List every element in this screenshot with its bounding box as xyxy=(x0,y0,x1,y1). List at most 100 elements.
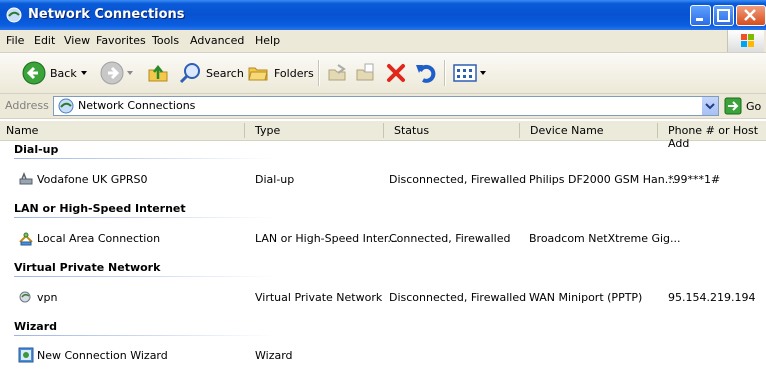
column-status[interactable]: Status xyxy=(394,124,429,137)
item-device: WAN Miniport (PPTP) xyxy=(529,291,643,304)
back-arrow-icon xyxy=(22,61,46,85)
dialup-modem-icon xyxy=(19,171,33,185)
wizard-icon xyxy=(18,347,34,363)
item-type: Dial-up xyxy=(255,173,295,186)
up-folder-icon xyxy=(148,64,168,82)
menu-bar: File Edit View Favorites Tools Advanced … xyxy=(0,30,766,53)
item-name: vpn xyxy=(37,291,58,304)
toolbar-separator xyxy=(444,60,446,86)
column-header: Name Type Status Device Name Phone # or … xyxy=(0,121,766,150)
back-label: Back xyxy=(50,66,77,80)
views-icon xyxy=(453,64,477,82)
close-icon xyxy=(744,9,756,21)
menu-file[interactable]: File xyxy=(6,34,24,47)
item-name: New Connection Wizard xyxy=(37,349,168,362)
column-divider[interactable] xyxy=(657,123,658,138)
go-arrow-icon xyxy=(724,97,742,115)
network-connections-icon xyxy=(58,98,74,114)
item-name: Vodafone UK GPRS0 xyxy=(37,173,148,186)
group-title-dial-up: Dial-up xyxy=(14,143,59,156)
go-button[interactable]: Go xyxy=(724,97,761,115)
item-type: Wizard xyxy=(255,349,293,362)
up-folder-button[interactable] xyxy=(146,59,170,87)
item-phone: *99***1# xyxy=(668,173,721,186)
toolbar: Back Search Folders xyxy=(0,53,766,94)
back-button[interactable]: Back xyxy=(22,59,91,87)
column-type[interactable]: Type xyxy=(255,124,280,137)
group-divider xyxy=(14,217,274,218)
menu-tools[interactable]: Tools xyxy=(152,34,179,47)
item-device: Broadcom NetXtreme Gig... xyxy=(529,232,681,245)
maximize-button[interactable] xyxy=(713,5,734,26)
folders-label: Folders xyxy=(274,66,314,80)
item-name: Local Area Connection xyxy=(37,232,161,245)
search-icon xyxy=(179,63,200,84)
list-item[interactable]: Vodafone UK GPRS0 Dial-up Disconnected, … xyxy=(0,171,766,189)
windows-logo xyxy=(727,30,764,52)
menu-advanced[interactable]: Advanced xyxy=(190,34,244,47)
item-status: Disconnected, Firewalled xyxy=(389,291,527,304)
column-divider[interactable] xyxy=(383,123,384,138)
copy-to-button[interactable] xyxy=(354,59,378,87)
lan-connection-icon xyxy=(19,232,33,246)
undo-button[interactable] xyxy=(414,59,438,87)
network-connections-icon xyxy=(6,7,22,23)
menu-view[interactable]: View xyxy=(64,34,90,47)
maximize-icon xyxy=(717,9,730,22)
address-dropdown-button[interactable] xyxy=(701,97,718,115)
address-label: Address xyxy=(5,99,49,112)
delete-button[interactable] xyxy=(384,59,408,87)
delete-icon xyxy=(387,64,405,82)
item-device: Philips DF2000 GSM Han... xyxy=(529,173,676,186)
search-label: Search xyxy=(206,66,244,80)
forward-arrow-icon xyxy=(100,61,124,85)
group-divider xyxy=(14,276,274,277)
minimize-icon xyxy=(696,18,703,21)
item-type: Virtual Private Network xyxy=(255,291,383,304)
column-phone[interactable]: Phone # or Host Add xyxy=(668,124,766,150)
undo-icon xyxy=(416,64,436,83)
group-divider xyxy=(14,335,274,336)
folders-icon xyxy=(248,67,268,81)
window-title: Network Connections xyxy=(28,7,185,22)
group-title-wizard: Wizard xyxy=(14,320,58,333)
windows-flag-icon xyxy=(741,34,754,47)
vpn-connection-icon xyxy=(19,291,31,303)
item-type: LAN or High-Speed Inter... xyxy=(255,232,398,245)
list-item[interactable]: New Connection Wizard Wizard xyxy=(0,347,766,365)
folders-button[interactable]: Folders xyxy=(246,59,314,87)
title-bar[interactable]: Network Connections xyxy=(0,0,766,30)
group-title-vpn: Virtual Private Network xyxy=(14,261,161,274)
menu-help[interactable]: Help xyxy=(255,34,280,47)
column-device[interactable]: Device Name xyxy=(530,124,604,137)
chevron-down-icon xyxy=(705,103,715,110)
menu-favorites[interactable]: Favorites xyxy=(96,34,146,47)
menu-edit[interactable]: Edit xyxy=(34,34,55,47)
search-button[interactable]: Search xyxy=(178,59,244,87)
go-label: Go xyxy=(746,99,762,113)
chevron-down-icon xyxy=(80,71,87,75)
list-item[interactable]: vpn Virtual Private Network Disconnected… xyxy=(0,289,766,307)
address-value: Network Connections xyxy=(78,99,196,112)
address-input[interactable]: Network Connections xyxy=(53,96,719,116)
address-bar: Address Network Connections Go xyxy=(0,94,766,119)
group-title-lan: LAN or High-Speed Internet xyxy=(14,202,186,215)
move-to-button[interactable] xyxy=(326,59,350,87)
toolbar-separator xyxy=(318,60,320,86)
list-item[interactable]: Local Area Connection LAN or High-Speed … xyxy=(0,230,766,248)
chevron-down-icon xyxy=(127,71,133,75)
chevron-down-icon xyxy=(480,71,486,75)
group-divider xyxy=(14,158,274,159)
column-divider[interactable] xyxy=(244,123,245,138)
item-phone: 95.154.219.194 xyxy=(668,291,756,304)
minimize-button[interactable] xyxy=(690,5,711,26)
forward-button[interactable] xyxy=(100,59,136,87)
item-status: Connected, Firewalled xyxy=(389,232,511,245)
column-divider[interactable] xyxy=(519,123,520,138)
item-status: Disconnected, Firewalled xyxy=(389,173,527,186)
move-to-icon xyxy=(328,64,346,81)
close-button[interactable] xyxy=(736,5,766,26)
copy-to-icon xyxy=(356,63,374,81)
views-button[interactable] xyxy=(452,59,488,87)
column-name[interactable]: Name xyxy=(6,124,38,137)
